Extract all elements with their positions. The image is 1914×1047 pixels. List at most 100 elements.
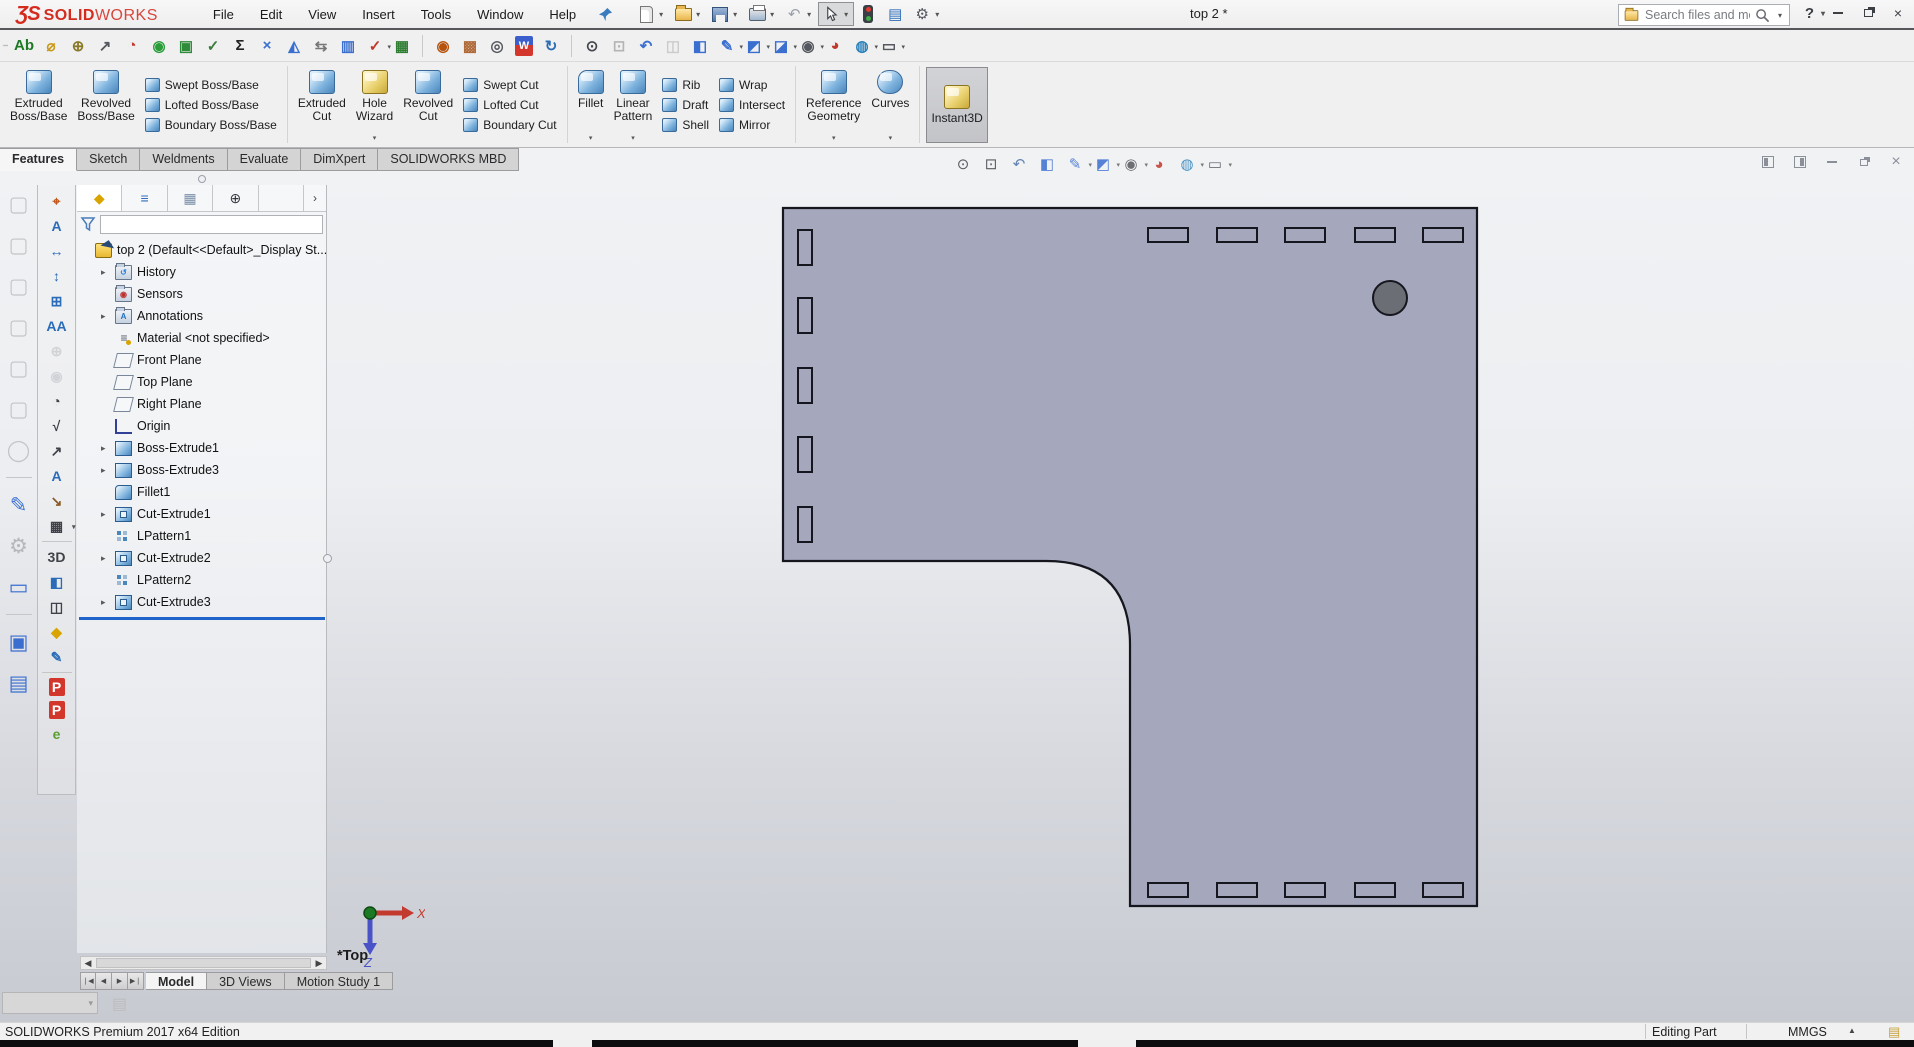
search-input[interactable]: Search files and models — [1645, 8, 1750, 22]
tree-item-material[interactable]: ▸ ≡ Material <not specified> — [77, 327, 326, 349]
scroll-left-icon[interactable]: ◀ — [81, 958, 95, 969]
prev-tab-button[interactable]: ◀ — [96, 972, 112, 990]
statistics-icon[interactable]: ↗ — [93, 34, 117, 58]
mass-properties-icon[interactable]: ⊕ — [66, 34, 90, 58]
rollback-bar[interactable] — [79, 617, 325, 620]
design-table-icon[interactable]: ▦ — [390, 34, 414, 58]
pin-menu-icon[interactable] — [595, 4, 615, 24]
spell-checker-icon[interactable]: Ab — [12, 34, 36, 58]
display-pane-icon[interactable]: ▣ — [5, 628, 33, 656]
equations-icon[interactable]: Σ — [228, 34, 252, 58]
measure-icon[interactable]: ⌀ — [39, 34, 63, 58]
linear-pattern-button[interactable]: Linear Pattern — [610, 67, 657, 143]
tree-item-right-plane[interactable]: ▸ Right Plane — [77, 393, 326, 415]
tab-solidworks-mbd[interactable]: SOLIDWORKS MBD — [378, 148, 520, 171]
viewport-restore-icon[interactable] — [1856, 154, 1872, 170]
configurationmanager-tab[interactable]: ▦ — [168, 185, 214, 211]
panel-splitter-handle[interactable] — [323, 554, 332, 563]
assembly-visualization-icon[interactable]: ◉ — [147, 34, 171, 58]
tree-item-annotations[interactable]: ▸ A Annotations — [77, 305, 326, 327]
edit-appearance-icon[interactable]: ◕ — [1148, 153, 1170, 175]
detail-view-icon[interactable]: ◔ — [45, 391, 69, 411]
extruded-boss-base-button[interactable]: Extruded Boss/Base — [6, 67, 71, 143]
edit-feature-icon[interactable]: ⚙ — [5, 532, 33, 560]
swept-cut-button[interactable]: Swept Cut — [459, 76, 560, 94]
apply-scene-icon[interactable]: ◍ — [1176, 153, 1204, 175]
minimize-button[interactable] — [1830, 5, 1846, 21]
curves-button[interactable]: Curves — [867, 67, 913, 143]
lofted-cut-button[interactable]: Lofted Cut — [459, 96, 560, 114]
menu-tools[interactable]: Tools — [408, 3, 464, 26]
screen-pane-icon[interactable]: ▭ — [5, 573, 33, 601]
shell-button[interactable]: Shell — [658, 116, 713, 134]
menu-file[interactable]: File — [200, 3, 247, 26]
tab-evaluate[interactable]: Evaluate — [227, 148, 302, 171]
tree-item-sensors[interactable]: ▸ ◉ Sensors — [77, 283, 326, 305]
dimxpertmanager-tab[interactable]: ⊕ — [213, 185, 259, 211]
tab-features[interactable]: Features — [0, 148, 78, 171]
tree-item-lpattern2[interactable]: ▸ LPattern2 — [77, 569, 326, 591]
measure-arrow-icon[interactable]: ↘ — [45, 491, 69, 511]
view-settings-icon[interactable]: ▭ — [1204, 153, 1232, 175]
tree-filter-input[interactable] — [100, 214, 323, 234]
viewport-close-icon[interactable]: × — [1888, 153, 1904, 170]
pan-icon[interactable]: ◫ — [661, 34, 685, 58]
viewport-minimize-icon[interactable] — [1824, 154, 1840, 170]
apply-scene-icon[interactable]: ◍ — [850, 34, 878, 58]
zoom-to-area-icon[interactable]: ⊡ — [607, 34, 631, 58]
check-active-document-icon[interactable]: ▣ — [174, 34, 198, 58]
section-view-icon[interactable]: ◧ — [688, 34, 712, 58]
swept-boss-base-button[interactable]: Swept Boss/Base — [141, 76, 281, 94]
tab-3d-views[interactable]: 3D Views — [207, 972, 285, 990]
draft-button[interactable]: Draft — [658, 96, 713, 114]
view-cube-ghost-icon[interactable]: ▢ — [5, 395, 33, 423]
help-button[interactable]: ? — [1805, 5, 1814, 22]
tree-item-fillet1[interactable]: ▸ Fillet1 — [77, 481, 326, 503]
tab-dimxpert[interactable]: DimXpert — [301, 148, 379, 171]
view-sphere-ghost-icon[interactable]: ◯ — [5, 436, 33, 464]
view-cube-ghost-icon[interactable]: ▢ — [5, 190, 33, 218]
reorder-combobox[interactable]: ▾ — [2, 992, 98, 1014]
tab-model[interactable]: Model — [146, 972, 208, 990]
wrap-button[interactable]: Wrap — [715, 76, 789, 94]
annotation-view-icon[interactable]: A — [45, 216, 69, 236]
zoom-to-area-icon[interactable]: ⊡ — [980, 153, 1002, 175]
tree-item-lpattern1[interactable]: ▸ LPattern1 — [77, 525, 326, 547]
panel-tabs-more[interactable]: › — [304, 185, 326, 211]
section-view-icon[interactable]: ◧ — [1036, 153, 1058, 175]
3d-drawing-view-icon[interactable]: ✎ — [1064, 153, 1092, 175]
view-cube-ghost-icon[interactable]: ▢ — [5, 354, 33, 382]
next-tab-button[interactable]: ▶ — [112, 972, 128, 990]
options-list-button[interactable]: ▤ — [882, 2, 908, 26]
search-icon[interactable] — [1755, 8, 1770, 23]
show-annotations-icon[interactable]: ◉ — [45, 366, 69, 386]
revolved-cut-button[interactable]: Revolved Cut — [399, 67, 457, 143]
3d-view-capture-icon[interactable]: 3D — [45, 547, 69, 567]
tree-item-cut-extrude3[interactable]: ▸ Cut-Extrude3 — [77, 591, 326, 613]
fillet-button[interactable]: Fillet — [574, 67, 608, 143]
panel-collapse-handle[interactable] — [198, 175, 206, 183]
options-gear-button[interactable]: ⚙ ▾ — [909, 2, 945, 26]
tab-motion-study-1[interactable]: Motion Study 1 — [284, 972, 394, 990]
tree-item-cut-extrude2[interactable]: ▸ Cut-Extrude2 — [77, 547, 326, 569]
general-table-icon[interactable]: ▦ — [45, 516, 76, 536]
mirror-button[interactable]: Mirror — [715, 116, 789, 134]
surface-finish-icon[interactable]: √ — [45, 416, 69, 436]
undo-button[interactable]: ↶ ▾ — [781, 2, 817, 26]
featuremanager-tab[interactable]: ◆ — [77, 185, 123, 211]
select-tool-button[interactable]: ▾ — [818, 2, 855, 26]
zoom-to-fit-icon[interactable]: ⊙ — [580, 34, 604, 58]
hole-wizard-button[interactable]: Hole Wizard — [352, 67, 397, 143]
view-orientation-icon[interactable]: ◩ — [742, 34, 770, 58]
verification-icon[interactable]: ◎ — [485, 34, 509, 58]
filter-funnel-icon[interactable] — [80, 216, 96, 232]
tree-item-cut-extrude1[interactable]: ▸ Cut-Extrude1 — [77, 503, 326, 525]
performance-evaluation-icon[interactable]: ◔ — [120, 34, 144, 58]
intersect-button[interactable]: Intersect — [715, 96, 789, 114]
extruded-cut-button[interactable]: Extruded Cut — [294, 67, 350, 143]
dual-dimension-icon[interactable]: AA — [45, 316, 69, 336]
dynamic-annotation-icon[interactable]: ✎ — [45, 647, 69, 667]
collapse-right-pane-icon[interactable] — [1792, 154, 1808, 170]
search-box[interactable]: Search files and models ▾ — [1618, 4, 1790, 26]
geometric-tolerance-icon[interactable]: ⊞ — [45, 291, 69, 311]
